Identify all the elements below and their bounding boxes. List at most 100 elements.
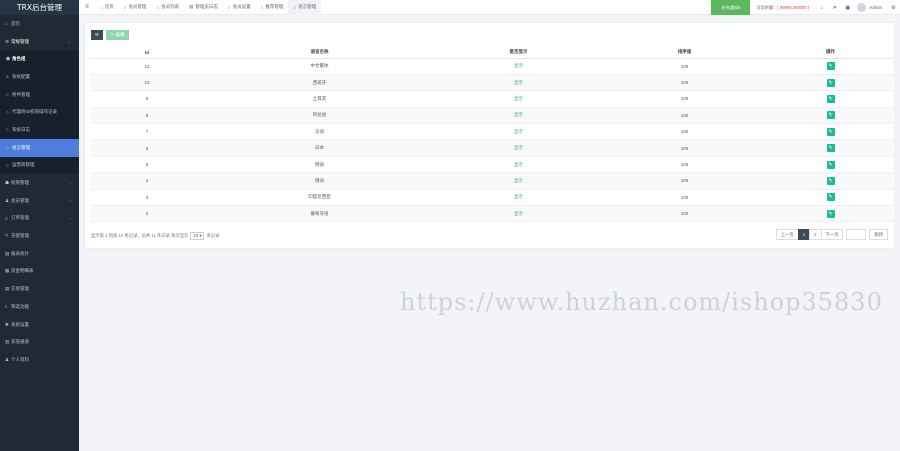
table-row[interactable]: 3 印度尼西亚 显示 100 ✎ xyxy=(91,189,893,207)
sidebar-item-label: 充值通道 xyxy=(11,339,29,345)
clear-cache-icon[interactable]: ▣ xyxy=(841,5,854,11)
col-header-status[interactable]: 是否显示 xyxy=(436,47,601,59)
edit-row-icon[interactable]: ✎ xyxy=(826,78,835,87)
tab-6[interactable]: ○ 语言管理 xyxy=(288,0,322,15)
col-header-name[interactable]: 语言名称 xyxy=(203,47,436,59)
cell-name: 中文繁体 xyxy=(310,63,329,69)
edit-row-icon[interactable]: ✎ xyxy=(826,176,835,185)
cell-name: 阿拉伯 xyxy=(312,112,327,118)
edit-row-icon[interactable]: ✎ xyxy=(826,144,835,153)
refresh-button[interactable]: ⟳ xyxy=(91,30,103,40)
table-toolbar: ⟳ ✎ 编辑 xyxy=(91,30,132,40)
cell-status[interactable]: 显示 xyxy=(514,63,523,68)
cell-sort: 100 xyxy=(680,96,689,102)
cell-name: 葡萄牙语 xyxy=(310,210,329,216)
fullscreen-icon[interactable]: ✕ xyxy=(828,5,841,11)
menu-toggle-icon[interactable]: ≡ xyxy=(79,4,95,10)
tab-2[interactable]: ○ 会员列表 xyxy=(151,0,184,15)
sidebar-item-2[interactable]: ☗ 角色组 xyxy=(0,50,79,69)
sidebar-item-17[interactable]: ✱ 系统设置 xyxy=(0,316,79,334)
table-row[interactable]: 5 韩语 显示 100 ✎ xyxy=(91,156,893,174)
tab-icon: ○ xyxy=(260,4,264,10)
next-page-button[interactable]: 下一页 xyxy=(820,229,844,240)
edit-row-icon[interactable]: ✎ xyxy=(826,62,835,71)
edit-row-icon[interactable]: ✎ xyxy=(826,111,835,120)
cell-status[interactable]: 显示 xyxy=(514,178,523,183)
edit-row-icon[interactable]: ✎ xyxy=(826,160,835,169)
edit-row-icon[interactable]: ✎ xyxy=(826,94,835,103)
cell-status[interactable]: 显示 xyxy=(514,145,523,150)
sidebar-item-13[interactable]: ▤ 报表统计 xyxy=(0,245,79,263)
edit-row-icon[interactable]: ✎ xyxy=(826,209,835,218)
table-row[interactable]: 8 阿拉伯 显示 100 ✎ xyxy=(91,107,893,125)
table-row[interactable]: 11 中文繁体 显示 100 ✎ xyxy=(91,58,893,75)
sidebar-item-3[interactable]: ≡ 系统配置 xyxy=(0,68,79,86)
home-link-icon[interactable]: ⌂ xyxy=(815,5,828,11)
sidebar-item-4[interactable]: ○ 附件管理 xyxy=(0,85,79,104)
cell-id: 10 xyxy=(144,80,150,86)
col-header-sort[interactable]: 排序值 xyxy=(601,47,768,59)
sidebar-item-7[interactable]: ○ 语言管理 xyxy=(0,138,79,157)
sidebar-item-1[interactable]: ⚙ 常规管理 ⌄ xyxy=(0,33,79,51)
settings-gear-icon[interactable]: ⚙ xyxy=(887,5,900,11)
page-jump-input[interactable] xyxy=(846,229,867,240)
admin-name[interactable]: Admin xyxy=(869,5,882,10)
edit-button[interactable]: ✎ 编辑 xyxy=(106,30,129,40)
sidebar-item-19[interactable]: ♟ 个人资料 xyxy=(0,351,79,369)
content-panel: ⟳ ✎ 编辑 Id 语言名称 是否显示 排序值 操作 11 中文繁体 显示 100 ✎ 1… xyxy=(84,22,895,249)
sidebar-item-label: 资金明细表 xyxy=(11,268,34,274)
cell-status[interactable]: 显示 xyxy=(514,162,523,167)
sidebar-item-label: 首页 xyxy=(11,20,20,26)
tab-icon: ○ xyxy=(227,4,231,10)
prev-page-button[interactable]: 上一页 xyxy=(775,229,799,240)
sidebar-item-16[interactable]: ⌕ 筛选功能 xyxy=(0,298,79,316)
tab-label: 会员设置 xyxy=(232,4,251,9)
edit-row-icon[interactable]: ✎ xyxy=(826,127,835,136)
cell-id: 11 xyxy=(144,63,150,69)
col-header-id[interactable]: Id xyxy=(91,47,203,59)
cell-id: 8 xyxy=(145,112,149,118)
chevron-left-icon: ‹ xyxy=(69,180,71,186)
table-row[interactable]: 6 日本 显示 100 ✎ xyxy=(91,139,893,157)
chevron-down-icon: ⌄ xyxy=(67,39,71,45)
cell-status[interactable]: 显示 xyxy=(514,96,523,101)
pagination-info-suffix: 条记录 xyxy=(206,233,220,238)
sidebar-item-18[interactable]: ▥ 充值通道 xyxy=(0,333,79,351)
sidebar-item-11[interactable]: ≡ 订单管理 ‹ xyxy=(0,210,79,228)
tab-1[interactable]: ○ 会员管理 xyxy=(119,0,152,15)
table-row[interactable]: 7 法语 显示 100 ✎ xyxy=(91,123,893,141)
sidebar-item-8[interactable]: ○ 运营商管理 xyxy=(0,156,79,175)
edit-row-icon[interactable]: ✎ xyxy=(826,193,835,202)
sidebar-item-15[interactable]: ▤ 交易管理 xyxy=(0,280,79,298)
cell-sort: 100 xyxy=(680,145,689,151)
table-row[interactable]: 10 西班牙 显示 100 ✎ xyxy=(91,74,893,92)
cell-status[interactable]: 显示 xyxy=(514,194,523,199)
cell-status[interactable]: 显示 xyxy=(514,112,523,117)
cell-id: 4 xyxy=(145,178,149,184)
avatar[interactable] xyxy=(857,3,867,12)
capture-button[interactable]: 补充通知8 xyxy=(711,0,751,15)
sidebar-item-12[interactable]: ✎ 充提管理 xyxy=(0,227,79,245)
cell-status[interactable]: 显示 xyxy=(514,80,523,85)
cell-status[interactable]: 显示 xyxy=(514,129,523,134)
tab-4[interactable]: ○ 会员设置 xyxy=(223,0,256,15)
tab-3[interactable]: ▤ 管理员日志 xyxy=(184,0,223,15)
sidebar-item-0[interactable]: ⌂ 首页 xyxy=(0,15,79,33)
page-jump-button[interactable]: 跳转 xyxy=(869,229,888,240)
table-row[interactable]: 2 葡萄牙语 显示 100 ✎ xyxy=(91,205,893,223)
sidebar-item-14[interactable]: ▦ 资金明细表 xyxy=(0,263,79,281)
sidebar-item-label: 筛选功能 xyxy=(11,303,29,309)
sidebar-item-5[interactable]: ○ 代理商ID权限操作记录 xyxy=(0,103,79,122)
sidebar-item-10[interactable]: ♟ 会员管理 ‹ xyxy=(0,192,79,210)
sidebar-item-9[interactable]: ☗ 权限管理 ‹ xyxy=(0,174,79,192)
table-row[interactable]: 4 俄语 显示 100 ✎ xyxy=(91,172,893,190)
page-size-select[interactable]: 10 ▾ xyxy=(190,232,205,240)
sidebar-item-6[interactable]: ○ 系统日志 xyxy=(0,121,79,139)
tab-0[interactable]: ⌂ 首页 xyxy=(95,0,119,15)
sidebar-item-label: 系统日志 xyxy=(12,126,30,132)
tab-5[interactable]: ○ 推荐管理 xyxy=(256,0,289,15)
table-row[interactable]: 9 土耳其 显示 100 ✎ xyxy=(91,90,893,108)
cell-sort: 100 xyxy=(680,178,689,184)
cell-status[interactable]: 显示 xyxy=(514,211,523,216)
tab-icon: ○ xyxy=(293,4,297,10)
